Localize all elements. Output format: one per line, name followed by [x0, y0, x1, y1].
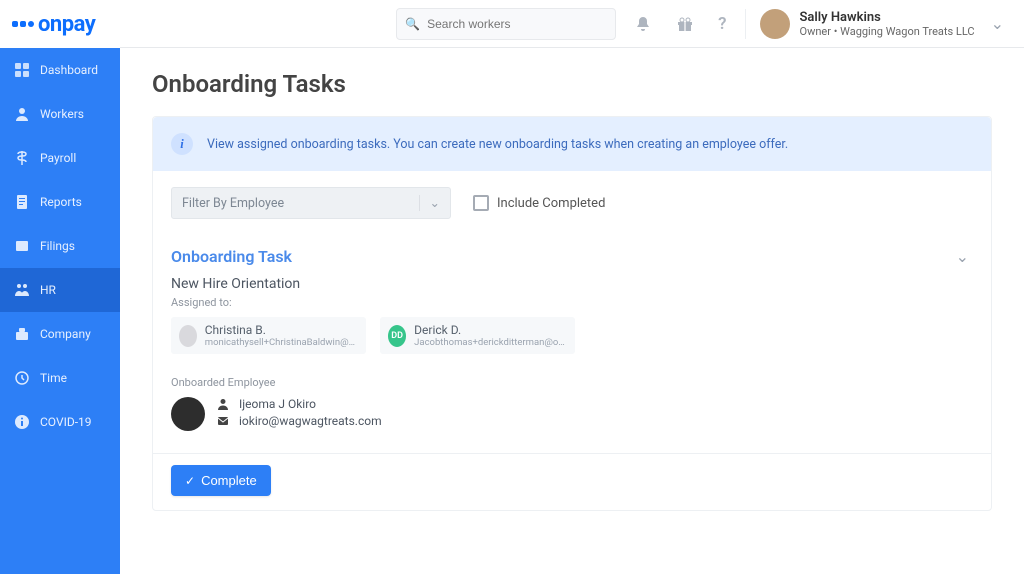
assignee-email: monicathysell+ChristinaBaldwin@onpay.com [205, 337, 358, 348]
sidebar-item-payroll[interactable]: Payroll [0, 136, 120, 180]
user-menu[interactable]: Sally Hawkins Owner • Wagging Wagon Trea… [745, 9, 1011, 39]
complete-button-label: Complete [201, 473, 257, 488]
filters-row: Filter By Employee ⌄ Include Completed [153, 171, 991, 227]
employee-name: Ijeoma J Okiro [239, 397, 316, 411]
search-wrap: 🔍 [396, 8, 616, 40]
help-icon[interactable]: ? [712, 10, 732, 38]
divider [153, 453, 991, 454]
sidebar-item-label: Dashboard [40, 63, 98, 77]
employee-email: iokiro@wagwagtreats.com [239, 414, 382, 428]
sidebar-nav: Dashboard Workers Payroll Reports Filing… [0, 48, 120, 574]
assigned-to-label: Assigned to: [171, 296, 973, 309]
brand-name: onpay [38, 12, 95, 37]
sidebar-item-reports[interactable]: Reports [0, 180, 120, 224]
page-title: Onboarding Tasks [152, 70, 992, 98]
complete-button[interactable]: ✓ Complete [171, 465, 271, 496]
content: Onboarding Tasks i View assigned onboard… [120, 48, 1024, 574]
search-icon: 🔍 [405, 17, 420, 31]
filter-employee-dropdown[interactable]: Filter By Employee ⌄ [171, 187, 451, 219]
search-input[interactable] [396, 8, 616, 40]
sidebar-item-label: HR [40, 283, 56, 297]
main: 🔍 ? Sally Hawkins Owner • Wagging Wagon … [120, 0, 1024, 574]
assignee-chip[interactable]: Christina B. monicathysell+ChristinaBald… [171, 317, 366, 354]
sidebar-item-covid19[interactable]: COVID-19 [0, 400, 120, 444]
check-icon: ✓ [185, 474, 195, 488]
assignee-chip[interactable]: DD Derick D. Jacobthomas+derickditterman… [380, 317, 575, 354]
company-icon [14, 326, 30, 342]
employee-avatar [171, 397, 205, 431]
include-completed-label: Include Completed [497, 196, 605, 211]
task-card: Onboarding Task ⌄ New Hire Orientation A… [153, 227, 991, 510]
sidebar-item-workers[interactable]: Workers [0, 92, 120, 136]
task-heading: Onboarding Task [171, 247, 292, 266]
onboarded-section: Onboarded Employee Ijeoma J Okiro [171, 376, 973, 431]
sidebar-item-label: Payroll [40, 151, 76, 165]
sidebar-item-label: Reports [40, 195, 82, 209]
workers-icon [14, 106, 30, 122]
collapse-toggle[interactable]: ⌄ [952, 243, 973, 270]
sidebar-item-label: COVID-19 [40, 415, 92, 429]
email-icon [217, 415, 231, 427]
assignee-email: Jacobthomas+derickditterman@onpay.com [414, 337, 567, 348]
chevron-down-icon: ⌄ [985, 14, 1010, 33]
include-completed-checkbox[interactable]: Include Completed [473, 195, 605, 211]
info-icon [14, 414, 30, 430]
sidebar-item-label: Company [40, 327, 91, 341]
banner-text: View assigned onboarding tasks. You can … [207, 137, 788, 152]
topbar: 🔍 ? Sally Hawkins Owner • Wagging Wagon … [120, 0, 1024, 48]
sidebar-item-hr[interactable]: HR [0, 268, 120, 312]
gift-icon[interactable] [670, 11, 700, 37]
user-avatar [760, 9, 790, 39]
assignee-name: Christina B. [205, 323, 358, 337]
filings-icon [14, 238, 30, 254]
checkbox-icon [473, 195, 489, 211]
brand-logo: onpay [0, 0, 120, 48]
filter-employee-placeholder: Filter By Employee [182, 196, 284, 211]
user-role: Owner • Wagging Wagon Treats LLC [800, 25, 975, 38]
payroll-icon [14, 150, 30, 166]
sidebar-item-company[interactable]: Company [0, 312, 120, 356]
brand-glyph-icon [12, 21, 34, 27]
main-card: i View assigned onboarding tasks. You ca… [152, 116, 992, 511]
sidebar-item-label: Filings [40, 239, 75, 253]
sidebar-item-dashboard[interactable]: Dashboard [0, 48, 120, 92]
user-name: Sally Hawkins [800, 10, 975, 25]
task-title: New Hire Orientation [171, 276, 973, 292]
sidebar: onpay Dashboard Workers Payroll Reports … [0, 0, 120, 574]
assignee-name: Derick D. [414, 323, 567, 337]
sidebar-item-label: Time [40, 371, 67, 385]
assignees-list: Christina B. monicathysell+ChristinaBald… [171, 317, 973, 354]
time-icon [14, 370, 30, 386]
info-icon: i [171, 133, 193, 155]
sidebar-item-label: Workers [40, 107, 84, 121]
onboarded-label: Onboarded Employee [171, 376, 973, 389]
info-banner: i View assigned onboarding tasks. You ca… [153, 117, 991, 171]
hr-icon [14, 282, 30, 298]
assignee-avatar [179, 325, 197, 347]
chevron-down-icon: ⌄ [419, 195, 440, 211]
sidebar-item-time[interactable]: Time [0, 356, 120, 400]
notifications-icon[interactable] [628, 11, 658, 37]
dashboard-icon [14, 62, 30, 78]
sidebar-item-filings[interactable]: Filings [0, 224, 120, 268]
reports-icon [14, 194, 30, 210]
assignee-avatar: DD [388, 325, 406, 347]
person-icon [217, 398, 231, 410]
